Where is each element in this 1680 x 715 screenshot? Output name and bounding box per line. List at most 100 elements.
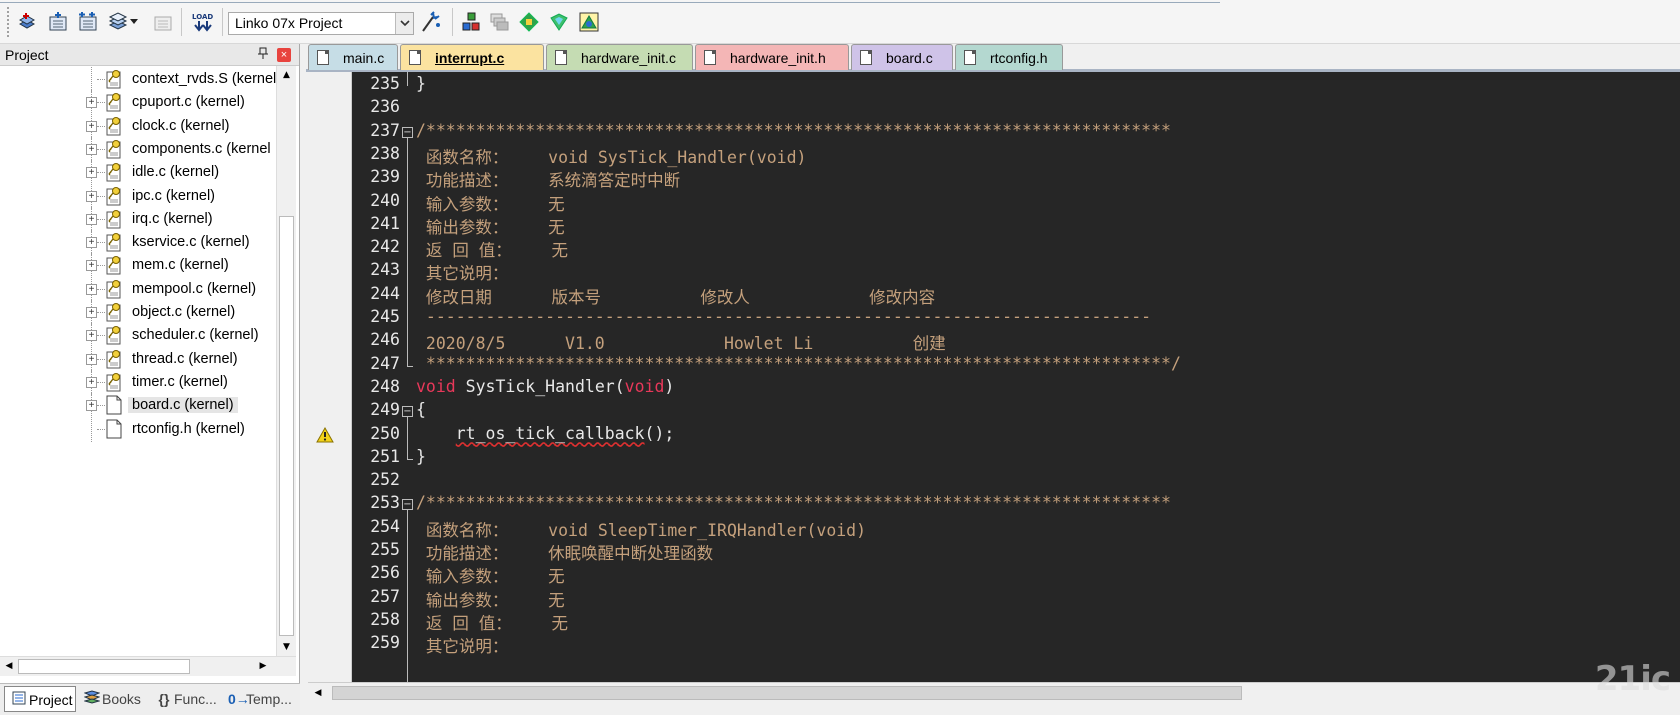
scroll-left-icon[interactable]: ◀	[0, 657, 18, 676]
editor-tab[interactable]: board.c	[851, 44, 953, 70]
pack-installer-button[interactable]	[518, 11, 540, 33]
expand-icon[interactable]: +	[86, 97, 97, 109]
tree-item[interactable]: + thread.c (kernel)	[0, 346, 276, 372]
tree-item[interactable]: rtconfig.h (kernel)	[0, 416, 276, 442]
toolbar-grip[interactable]	[6, 6, 10, 38]
tree-item[interactable]: + irq.c (kernel)	[0, 206, 276, 232]
code-line[interactable]: 2020/8/5 V1.0 Howlet Li 创建	[416, 330, 946, 354]
tree-item[interactable]: context_rvds.S (kernel	[0, 67, 276, 92]
tree-item[interactable]: + idle.c (kernel)	[0, 160, 276, 186]
expand-icon[interactable]: +	[86, 330, 97, 342]
translate-button[interactable]	[16, 11, 38, 33]
code-line[interactable]: 其它说明：	[416, 633, 509, 657]
rebuild-button[interactable]	[77, 11, 99, 33]
tree-item[interactable]: + cpuport.c (kernel)	[0, 90, 276, 116]
build-button[interactable]	[47, 11, 69, 33]
editor-tab[interactable]: interrupt.c	[400, 44, 544, 70]
tree-item[interactable]: + kservice.c (kernel)	[0, 230, 276, 256]
tree-vertical-scrollbar[interactable]: ▲ ▼	[276, 66, 296, 656]
expand-icon[interactable]: +	[86, 190, 97, 202]
event-recorder-button[interactable]	[578, 11, 600, 33]
tree-item[interactable]: + components.c (kernel	[0, 136, 276, 162]
expand-icon[interactable]: +	[86, 167, 97, 179]
scroll-up-icon[interactable]: ▲	[277, 66, 296, 84]
options-button[interactable]	[421, 11, 443, 33]
tab-functions[interactable]: {} Func...	[150, 686, 220, 712]
code-line[interactable]: }	[416, 447, 426, 466]
expand-icon[interactable]: +	[86, 143, 97, 155]
code-line[interactable]: ----------------------------------------…	[416, 307, 1151, 326]
select-packs-button[interactable]	[488, 11, 510, 33]
batch-build-dropdown[interactable]	[128, 11, 140, 33]
scroll-left-icon[interactable]: ◀	[308, 683, 328, 703]
line-number: 257	[370, 586, 400, 606]
code-line[interactable]: 返 回 值： 无	[416, 610, 568, 634]
code-line[interactable]: 功能描述： 系统滴答定时中断	[416, 167, 680, 191]
code-line[interactable]: 功能描述： 休眠唤醒中断处理函数	[416, 540, 713, 564]
tree-item[interactable]: + scheduler.c (kernel)	[0, 323, 276, 349]
tab-project[interactable]: Project	[4, 686, 76, 712]
code-line[interactable]: /***************************************…	[416, 493, 1171, 512]
expand-icon[interactable]: +	[86, 376, 97, 388]
editor-tab[interactable]: main.c	[308, 44, 398, 70]
code-line[interactable]: 输出参数： 无	[416, 214, 565, 238]
target-select-dropdown[interactable]	[395, 13, 413, 34]
pin-icon[interactable]	[255, 44, 271, 66]
expand-icon[interactable]: +	[86, 400, 97, 412]
editor-gutter[interactable]	[308, 72, 352, 682]
tree-item[interactable]: + timer.c (kernel)	[0, 369, 276, 395]
expand-icon[interactable]: +	[86, 353, 97, 365]
code-line[interactable]: 返 回 值： 无	[416, 237, 568, 261]
tree-item[interactable]: + object.c (kernel)	[0, 300, 276, 325]
tree-scroll-thumb[interactable]	[279, 216, 294, 636]
scroll-right-icon[interactable]: ▶	[254, 657, 272, 676]
expand-icon[interactable]: +	[86, 237, 97, 249]
tab-templates[interactable]: 0→Temp...	[222, 686, 298, 712]
code-line[interactable]: ****************************************…	[416, 354, 1181, 373]
rte-button[interactable]	[548, 11, 570, 33]
tree-hscroll-thumb[interactable]	[18, 659, 190, 674]
stop-build-button[interactable]	[152, 11, 174, 33]
code-line[interactable]: 修改日期 版本号 修改人 修改内容	[416, 284, 935, 308]
fold-toggle-icon[interactable]: −	[402, 406, 413, 418]
editor-tab[interactable]: rtconfig.h	[955, 44, 1063, 70]
code-line[interactable]: 输入参数： 无	[416, 563, 565, 587]
manage-components-button[interactable]	[460, 11, 482, 33]
fold-toggle-icon[interactable]: −	[402, 126, 413, 138]
code-line[interactable]: 其它说明：	[416, 260, 509, 284]
tree-item[interactable]: + board.c (kernel)	[0, 393, 276, 419]
fold-toggle-icon[interactable]: −	[402, 499, 413, 511]
code-line[interactable]: {	[416, 400, 426, 419]
editor-hscroll-thumb[interactable]	[332, 686, 1242, 700]
expand-icon[interactable]: +	[86, 213, 97, 225]
expand-icon[interactable]: +	[86, 260, 97, 272]
tree-item[interactable]: + clock.c (kernel)	[0, 113, 276, 139]
tab-books[interactable]: Books	[78, 686, 146, 712]
batch-build-button[interactable]	[107, 11, 129, 33]
code-line[interactable]: 输出参数： 无	[416, 587, 565, 611]
tree-item[interactable]: + mem.c (kernel)	[0, 253, 276, 279]
code-view[interactable]: 235 236 237 238 239 240 241 242 243 244 245 246 247 2…	[308, 72, 1680, 682]
expand-icon[interactable]: +	[86, 307, 97, 318]
download-button[interactable]: LOAD	[190, 11, 216, 33]
warning-icon[interactable]	[316, 426, 334, 443]
code-line[interactable]: void SysTick_Handler(void)	[416, 377, 674, 396]
tree-item[interactable]: + ipc.c (kernel)	[0, 183, 276, 209]
target-select[interactable]: Linko 07x Project	[228, 12, 414, 35]
editor-tab[interactable]: hardware_init.h	[695, 44, 849, 70]
expand-icon[interactable]: +	[86, 283, 97, 295]
tree-item[interactable]: + mempool.c (kernel)	[0, 276, 276, 302]
code-line[interactable]: 函数名称： void SleepTimer_IRQHandler(void)	[416, 517, 866, 541]
expand-icon[interactable]: +	[86, 120, 97, 132]
code-line[interactable]: }	[416, 74, 426, 93]
scroll-down-icon[interactable]: ▼	[277, 638, 296, 656]
code-line[interactable]: rt_os_tick_callback();	[416, 424, 675, 443]
project-tree[interactable]: context_rvds.S (kernel + cpuport.c (kernel…	[0, 66, 276, 656]
code-line[interactable]: 函数名称： void SysTick_Handler(void)	[416, 144, 807, 168]
editor-tab[interactable]: hardware_init.c	[546, 44, 693, 70]
close-panel-button[interactable]: ×	[277, 48, 291, 62]
code-line[interactable]: 输入参数： 无	[416, 191, 565, 215]
editor-horizontal-scrollbar[interactable]: ◀	[308, 682, 1680, 702]
tree-horizontal-scrollbar[interactable]: ◀ ▶	[0, 656, 296, 676]
code-line[interactable]: /***************************************…	[416, 121, 1171, 140]
